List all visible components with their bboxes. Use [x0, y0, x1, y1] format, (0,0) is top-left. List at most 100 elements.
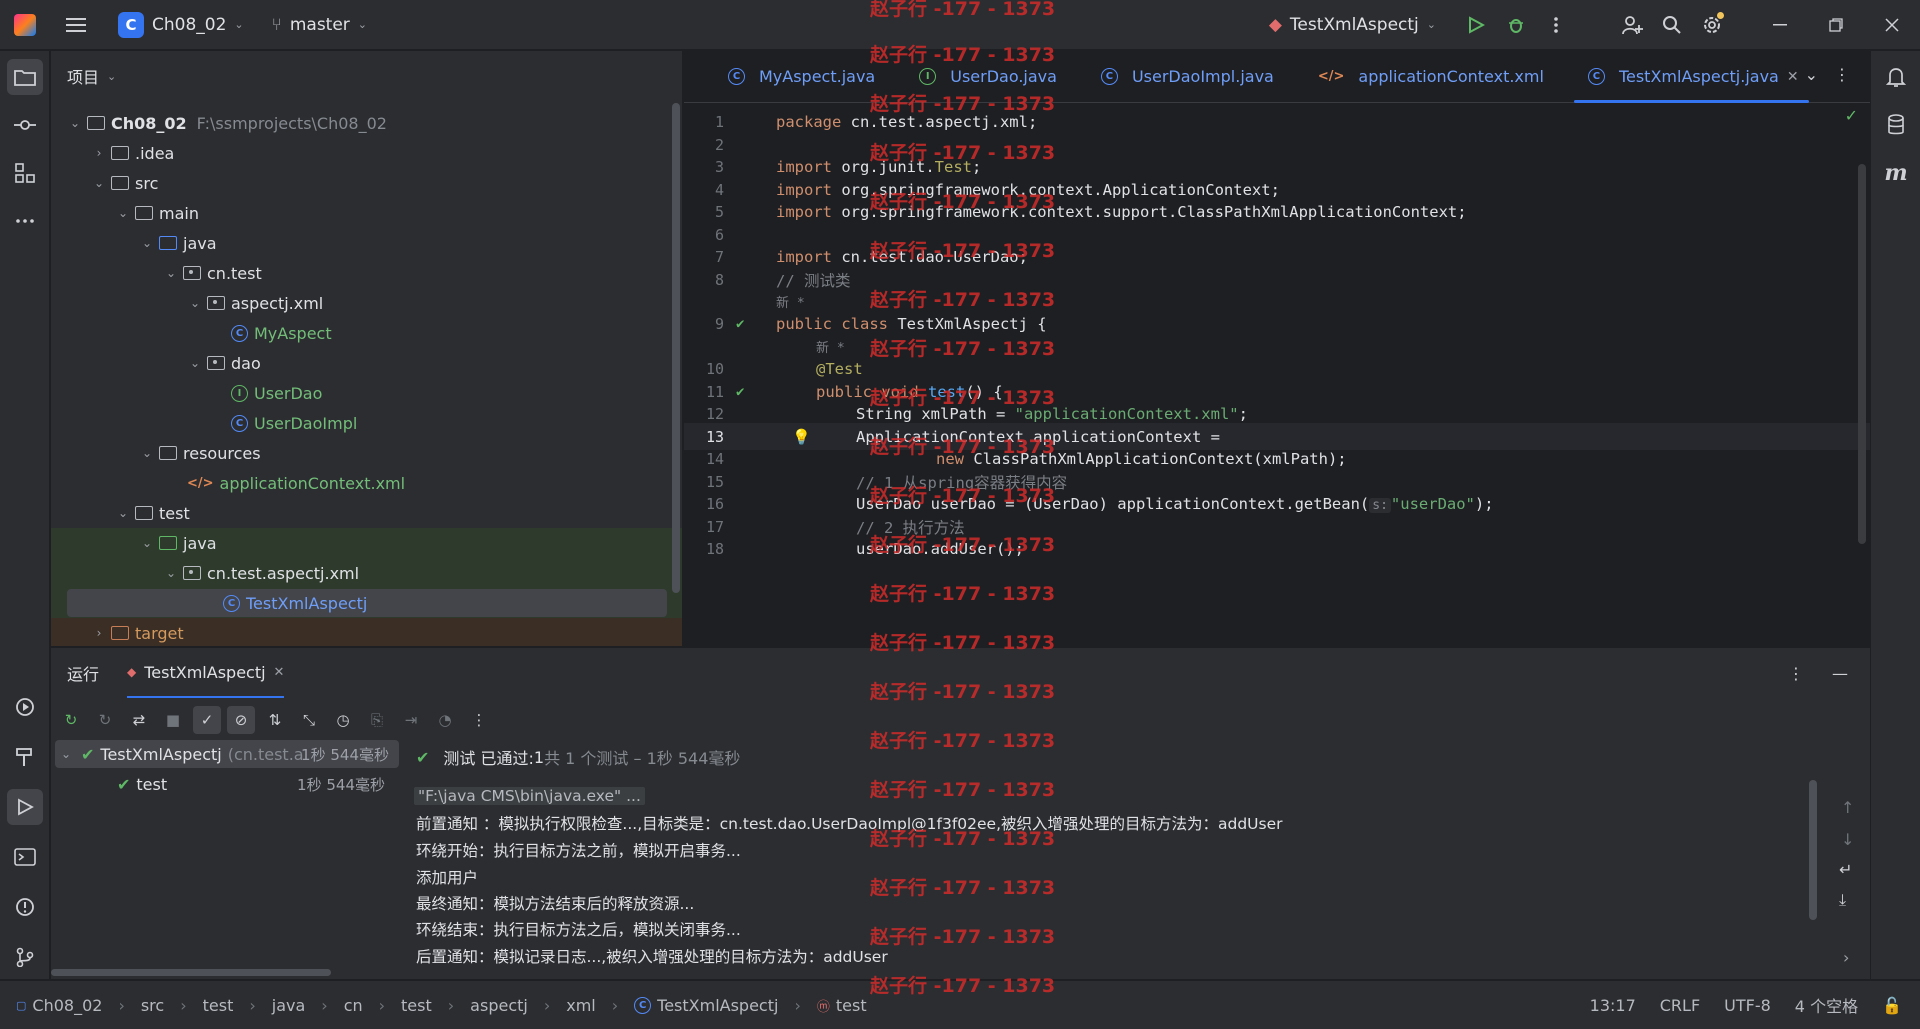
run-config-selector[interactable]: ◆ TestXmlAspectj ⌄	[1259, 7, 1446, 43]
chevron-down-icon[interactable]: ⌄	[1805, 65, 1818, 84]
tree-item-main[interactable]: ⌄ main	[51, 198, 667, 228]
code-area[interactable]: 1 package cn.test.aspectj.xml; 2 3 import …	[684, 104, 1870, 646]
tree-item-userdaoimpl[interactable]: C UserDaoImpl	[51, 408, 667, 438]
breadcrumb-item[interactable]: Ch08_02	[32, 996, 102, 1015]
services-icon[interactable]	[7, 689, 43, 725]
inspection-ok-icon[interactable]: ✓	[1845, 106, 1858, 125]
editor-scrollbar[interactable]	[1858, 164, 1866, 544]
more-vertical-icon[interactable]	[1536, 5, 1576, 45]
tree-item-test-package[interactable]: ⌄ cn.test.aspectj.xml	[51, 558, 682, 588]
close-tab-icon[interactable]: ✕	[274, 665, 285, 680]
breadcrumb-item[interactable]: test	[203, 996, 234, 1015]
import-results-icon[interactable]: ⇥	[397, 706, 425, 734]
tree-item-test-java[interactable]: ⌄ java	[51, 528, 682, 558]
breadcrumb-item[interactable]: aspectj	[470, 996, 528, 1015]
project-scrollbar[interactable]	[672, 103, 680, 593]
scroll-to-end-icon[interactable]: ⤓	[1839, 890, 1846, 910]
settings-gear-icon[interactable]	[1692, 5, 1732, 45]
more-vertical-icon[interactable]: ⋮	[1834, 65, 1850, 84]
indent-setting[interactable]: 4 个空格	[1795, 993, 1858, 1017]
tree-item-cn-test[interactable]: ⌄ cn.test	[51, 258, 667, 288]
terminal-icon[interactable]	[7, 839, 43, 875]
tree-item-idea[interactable]: › .idea	[51, 138, 667, 168]
tree-item-userdao[interactable]: I UserDao	[51, 378, 667, 408]
build-hammer-icon[interactable]	[7, 739, 43, 775]
console-scrollbar[interactable]	[1809, 780, 1817, 920]
tab-applicationcontext[interactable]: </> applicationContext.xml	[1294, 51, 1564, 103]
lightbulb-icon[interactable]: 💡	[792, 428, 811, 446]
structure-icon[interactable]	[7, 155, 43, 191]
export-results-icon[interactable]: ⎘	[363, 706, 391, 734]
search-icon[interactable]	[1652, 5, 1692, 45]
usage-hint[interactable]: 新 *	[816, 337, 845, 356]
maven-icon[interactable]: m	[1878, 155, 1914, 191]
main-menu-icon[interactable]	[56, 5, 96, 45]
breadcrumb-item[interactable]: cn	[344, 996, 363, 1015]
app-logo-icon[interactable]	[14, 13, 36, 36]
test-history-icon[interactable]: ◷	[329, 706, 357, 734]
read-only-lock-icon[interactable]: 🔓	[1882, 996, 1902, 1015]
project-switcher[interactable]: C Ch08_02 ⌄	[108, 7, 254, 43]
minimize-panel-icon[interactable]: —	[1832, 664, 1848, 683]
coverage-icon[interactable]: ◔	[431, 706, 459, 734]
line-separator[interactable]: CRLF	[1660, 996, 1700, 1015]
toggle-auto-test-icon[interactable]: ⇄	[125, 706, 153, 734]
show-ignored-icon[interactable]: ⊘	[227, 706, 255, 734]
project-panel-header[interactable]: 项目 ⌄	[51, 51, 682, 101]
test-case-row[interactable]: ✔ test 1秒 544毫秒	[51, 770, 401, 798]
debug-icon[interactable]	[1496, 5, 1536, 45]
test-tree-scrollbar[interactable]	[51, 969, 331, 976]
breadcrumb-item[interactable]: xml	[566, 996, 596, 1015]
run-icon[interactable]	[1456, 5, 1496, 45]
scroll-up-icon[interactable]: ↑	[1841, 798, 1854, 817]
tree-item-main-java[interactable]: ⌄ java	[51, 228, 667, 258]
database-icon[interactable]	[1878, 107, 1914, 143]
tree-item-applicationcontext[interactable]: </> applicationContext.xml	[51, 468, 667, 498]
run-test-gutter-icon[interactable]: ✔	[736, 316, 744, 332]
close-window-icon[interactable]	[1864, 0, 1920, 50]
show-passed-icon[interactable]: ✓	[193, 706, 221, 734]
soft-wrap-icon[interactable]: ↵	[1839, 860, 1852, 879]
minimize-window-icon[interactable]	[1752, 0, 1808, 50]
caret-position[interactable]: 13:17	[1590, 996, 1636, 1015]
rerun-failed-icon[interactable]: ↻	[91, 706, 119, 734]
console-output[interactable]: ✔ 测试 已通过: 1共 1 个测试 – 1秒 544毫秒 "F:\java C…	[414, 740, 1836, 980]
tab-myaspect[interactable]: C MyAspect.java	[684, 51, 895, 103]
collapse-all-icon[interactable]: ⤡	[295, 706, 323, 734]
tab-testxmlaspectj[interactable]: C TestXmlAspectj.java ✕	[1564, 51, 1819, 103]
sort-alphabetically-icon[interactable]: ⇅	[261, 706, 289, 734]
breadcrumb-item[interactable]: java	[272, 996, 306, 1015]
tree-item-resources[interactable]: ⌄ resources	[51, 438, 667, 468]
breadcrumb-item[interactable]: test	[836, 996, 867, 1015]
more-vertical-icon[interactable]: ⋮	[1788, 664, 1804, 683]
run-test-gutter-icon[interactable]: ✔	[736, 384, 744, 400]
tree-item-testxmlaspectj[interactable]: C TestXmlAspectj	[67, 589, 667, 617]
run-tool-icon[interactable]	[7, 789, 43, 825]
breadcrumb-item[interactable]: test	[401, 996, 432, 1015]
tab-userdao[interactable]: I UserDao.java	[895, 51, 1077, 103]
commit-icon[interactable]	[7, 107, 43, 143]
more-vertical-icon[interactable]: ⋮	[465, 706, 493, 734]
tree-item-src[interactable]: ⌄ src	[51, 168, 667, 198]
chevron-right-icon[interactable]: ›	[1843, 948, 1849, 967]
tab-userdaoimpl[interactable]: C UserDaoImpl.java	[1077, 51, 1294, 103]
git-icon[interactable]	[7, 939, 43, 975]
problems-icon[interactable]	[7, 889, 43, 925]
tree-item-myaspect[interactable]: C MyAspect	[51, 318, 667, 348]
command-line-text[interactable]: "F:\java CMS\bin\java.exe" ...	[414, 787, 645, 805]
more-horizontal-icon[interactable]	[7, 203, 43, 239]
test-suite-row[interactable]: ⌄ ✔ TestXmlAspectj (cn.test.a 1秒 544毫秒	[55, 740, 399, 768]
run-tab[interactable]: ◆ TestXmlAspectj ✕	[127, 648, 285, 698]
breadcrumb-item[interactable]: TestXmlAspectj	[657, 996, 778, 1015]
add-user-icon[interactable]	[1612, 5, 1652, 45]
breadcrumb-item[interactable]: src	[141, 996, 164, 1015]
notifications-bell-icon[interactable]	[1878, 59, 1914, 95]
stop-icon[interactable]: ■	[159, 706, 187, 734]
project-folder-icon[interactable]	[7, 59, 43, 95]
tree-item-aspectj-xml[interactable]: ⌄ aspectj.xml	[51, 288, 667, 318]
rerun-icon[interactable]: ↻	[57, 706, 85, 734]
branch-switcher[interactable]: ⑂ master ⌄	[262, 7, 377, 43]
tree-item-test[interactable]: ⌄ test	[51, 498, 667, 528]
tree-item-root[interactable]: ⌄ Ch08_02 F:\ssmprojects\Ch08_02	[51, 108, 667, 138]
close-tab-icon[interactable]: ✕	[1787, 69, 1799, 85]
